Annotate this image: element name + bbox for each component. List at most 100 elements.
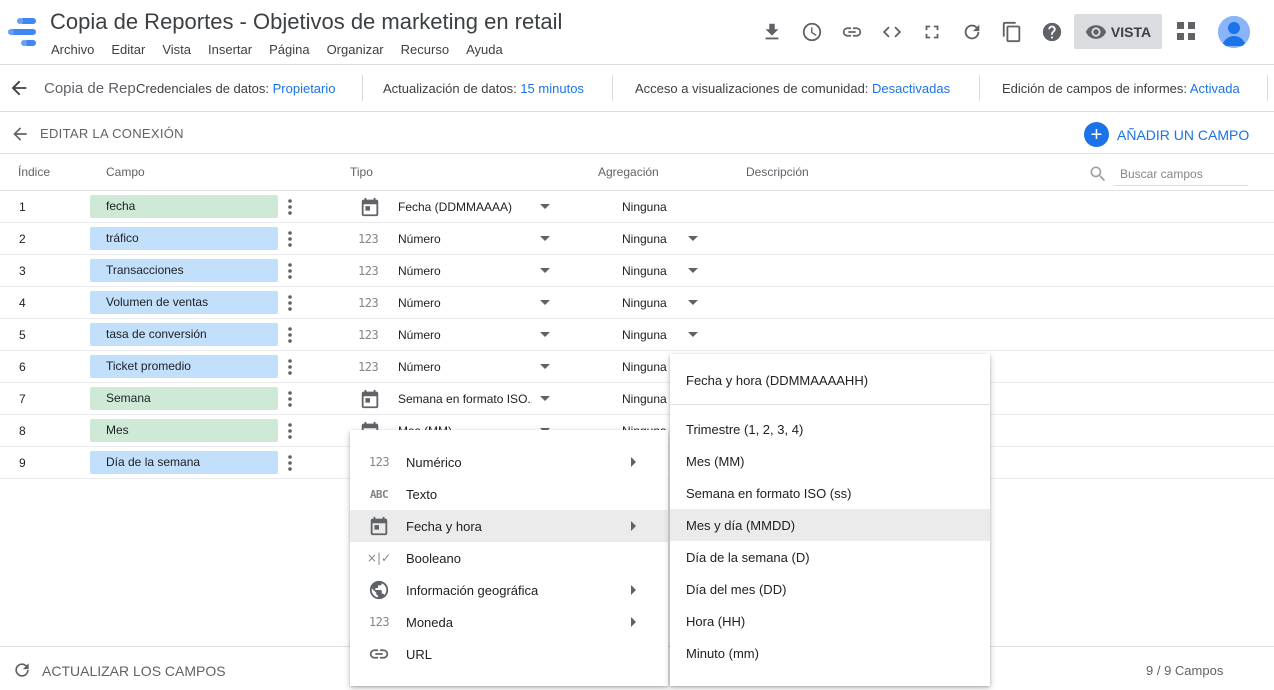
- link-button[interactable]: [832, 20, 872, 44]
- refresh-icon[interactable]: [12, 660, 32, 680]
- more-vert-icon[interactable]: [286, 390, 294, 408]
- divider: [362, 75, 363, 101]
- back-arrow-icon[interactable]: [10, 124, 30, 144]
- edit-connection-link[interactable]: EDITAR LA CONEXIÓN: [40, 126, 184, 141]
- column-header-index[interactable]: Índice: [18, 165, 50, 179]
- more-vert-icon[interactable]: [286, 294, 294, 312]
- community-setting[interactable]: Acceso a visualizaciones de comunidad: D…: [635, 81, 950, 96]
- more-vert-icon[interactable]: [286, 454, 294, 472]
- menu-insertar[interactable]: Insertar: [208, 42, 252, 57]
- download-button[interactable]: [752, 20, 792, 44]
- more-vert-icon[interactable]: [286, 422, 294, 440]
- type-dropdown-arrow-icon[interactable]: [540, 236, 550, 241]
- column-header-type[interactable]: Tipo: [350, 165, 373, 179]
- type-selector[interactable]: Número: [398, 296, 532, 310]
- menu-vista[interactable]: Vista: [162, 42, 191, 57]
- more-vert-icon[interactable]: [286, 198, 294, 216]
- field-name-chip[interactable]: tráfico: [90, 227, 278, 250]
- aggregation-selector[interactable]: Ninguna: [622, 296, 667, 310]
- submenu-item[interactable]: Día del mes (DD): [670, 573, 990, 605]
- view-mode-button[interactable]: VISTA: [1074, 14, 1162, 49]
- aggregation-selector[interactable]: Ninguna: [622, 232, 667, 246]
- menu-archivo[interactable]: Archivo: [51, 42, 94, 57]
- report-title[interactable]: Copia de Reportes - Objetivos de marketi…: [50, 9, 562, 35]
- type-dropdown-arrow-icon[interactable]: [540, 204, 550, 209]
- more-vert-icon[interactable]: [286, 358, 294, 376]
- aggregation-selector[interactable]: Ninguna: [622, 360, 667, 374]
- aggregation-selector[interactable]: Ninguna: [622, 264, 667, 278]
- menu-editar[interactable]: Editar: [111, 42, 145, 57]
- fullscreen-button[interactable]: [912, 20, 952, 44]
- type-selector[interactable]: Número: [398, 264, 532, 278]
- credentials-value[interactable]: Propietario: [273, 81, 336, 96]
- refresh-fields-button[interactable]: ACTUALIZAR LOS CAMPOS: [42, 663, 226, 679]
- submenu-item[interactable]: Minuto (mm): [670, 637, 990, 669]
- menu-ayuda[interactable]: Ayuda: [466, 42, 503, 57]
- aggregation-dropdown-arrow-icon[interactable]: [688, 236, 698, 241]
- type-selector[interactable]: Número: [398, 328, 532, 342]
- menu-item-geo[interactable]: Información geográfica: [350, 574, 668, 606]
- more-vert-icon[interactable]: [286, 262, 294, 280]
- submenu-item[interactable]: Semana en formato ISO (ss): [670, 477, 990, 509]
- aggregation-selector[interactable]: Ninguna: [622, 328, 667, 342]
- menu-recurso[interactable]: Recurso: [401, 42, 449, 57]
- copy-button[interactable]: [992, 20, 1032, 44]
- submenu-item[interactable]: Día de la semana (D): [670, 541, 990, 573]
- submenu-item[interactable]: Hora (HH): [670, 605, 990, 637]
- submenu-item[interactable]: Fecha y hora (DDMMAAAAHH): [670, 364, 990, 396]
- menu-item-boolean[interactable]: ×|✓ Booleano: [350, 542, 668, 574]
- type-selector[interactable]: Número: [398, 360, 532, 374]
- submenu-item[interactable]: Trimestre (1, 2, 3, 4): [670, 413, 990, 445]
- aggregation-dropdown-arrow-icon[interactable]: [688, 300, 698, 305]
- menu-item-date-time[interactable]: Fecha y hora: [350, 510, 668, 542]
- aggregation-dropdown-arrow-icon[interactable]: [688, 332, 698, 337]
- user-avatar[interactable]: [1218, 16, 1250, 48]
- search-fields-input[interactable]: [1114, 162, 1248, 186]
- embed-button[interactable]: [872, 20, 912, 44]
- field-name-chip[interactable]: tasa de conversión: [90, 323, 278, 346]
- type-dropdown-arrow-icon[interactable]: [540, 396, 550, 401]
- type-selector[interactable]: Semana en formato ISO...: [398, 392, 532, 406]
- back-arrow-icon[interactable]: [8, 77, 30, 99]
- freshness-value[interactable]: 15 minutos: [520, 81, 584, 96]
- submenu-item[interactable]: Mes (MM): [670, 445, 990, 477]
- aggregation-dropdown-arrow-icon[interactable]: [688, 268, 698, 273]
- type-selector[interactable]: Fecha (DDMMAAAA): [398, 200, 532, 214]
- menu-item-currency[interactable]: 123 Moneda: [350, 606, 668, 638]
- more-vert-icon[interactable]: [286, 326, 294, 344]
- field-name-chip[interactable]: Ticket promedio: [90, 355, 278, 378]
- type-dropdown-arrow-icon[interactable]: [540, 300, 550, 305]
- menu-organizar[interactable]: Organizar: [327, 42, 384, 57]
- more-vert-icon[interactable]: [286, 230, 294, 248]
- field-name-chip[interactable]: Día de la semana: [90, 451, 278, 474]
- field-name-chip[interactable]: Transacciones: [90, 259, 278, 282]
- history-button[interactable]: [792, 20, 832, 44]
- column-header-description[interactable]: Descripción: [746, 165, 809, 179]
- field-name-chip[interactable]: Mes: [90, 419, 278, 442]
- submenu-item-highlighted[interactable]: Mes y día (MMDD): [670, 509, 990, 541]
- freshness-setting[interactable]: Actualización de datos: 15 minutos: [383, 81, 584, 96]
- column-header-field[interactable]: Campo: [106, 165, 145, 179]
- credentials-setting[interactable]: Credenciales de datos: Propietario: [136, 81, 335, 96]
- field-name-chip[interactable]: Semana: [90, 387, 278, 410]
- menu-item-text[interactable]: ABC Texto: [350, 478, 668, 510]
- field-edit-value[interactable]: Activada: [1190, 81, 1240, 96]
- type-dropdown-arrow-icon[interactable]: [540, 268, 550, 273]
- refresh-button[interactable]: [952, 20, 992, 44]
- type-dropdown-arrow-icon[interactable]: [540, 332, 550, 337]
- field-name-chip[interactable]: Volumen de ventas: [90, 291, 278, 314]
- field-edit-setting[interactable]: Edición de campos de informes: Activada: [1002, 81, 1240, 96]
- type-dropdown-arrow-icon[interactable]: [540, 364, 550, 369]
- datasource-name[interactable]: Copia de Reportes - Objetivos de marketi…: [44, 80, 136, 97]
- column-header-aggregation[interactable]: Agregación: [598, 165, 659, 179]
- menu-item-numeric[interactable]: 123 Numérico: [350, 446, 668, 478]
- field-edit-label: Edición de campos de informes:: [1002, 81, 1187, 96]
- type-selector[interactable]: Número: [398, 232, 532, 246]
- menu-pagina[interactable]: Página: [269, 42, 309, 57]
- menu-item-url[interactable]: URL: [350, 638, 668, 670]
- field-name-chip[interactable]: fecha: [90, 195, 278, 218]
- help-button[interactable]: [1032, 20, 1072, 44]
- community-value[interactable]: Desactivadas: [872, 81, 950, 96]
- add-field-button[interactable]: + AÑADIR UN CAMPO: [1084, 122, 1249, 147]
- apps-grid-icon[interactable]: [1176, 21, 1196, 41]
